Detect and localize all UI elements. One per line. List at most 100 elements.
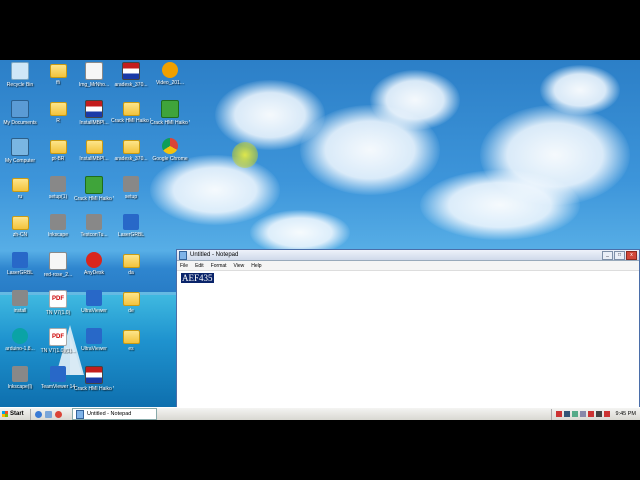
tray-icon[interactable] <box>603 411 610 417</box>
desktop-icon[interactable]: setup(1) <box>38 176 78 200</box>
desktop-icon-label: Crack HMI Haiko V... <box>74 196 114 202</box>
desktop-icon[interactable]: install <box>0 290 40 314</box>
desktop-icon-label: Crack HMI Haiko V... <box>74 386 114 392</box>
taskbar: Start Untitled - Notepad 9:45 PM <box>0 407 640 420</box>
maximize-button[interactable]: □ <box>614 250 625 260</box>
desktop-icon-label: aradesk_370... <box>114 156 148 162</box>
minimize-button[interactable]: _ <box>602 250 613 260</box>
cloud <box>150 155 280 225</box>
desktop-icon[interactable]: TestconTu... <box>74 214 114 238</box>
red-icon <box>86 252 102 268</box>
folder-icon <box>122 102 140 116</box>
desktop-icon-label: TN V7(1.0)(1)... <box>40 348 76 354</box>
tray-icon[interactable] <box>563 411 570 417</box>
desktop-icon[interactable]: aradesk_370... <box>111 138 151 162</box>
desktop-icon[interactable]: UltraViewer <box>74 328 114 352</box>
folder-icon <box>49 140 67 154</box>
show-desktop-icon[interactable] <box>45 410 52 418</box>
desktop-icon[interactable]: TeamViewer 14 <box>38 366 78 390</box>
tray-icon[interactable] <box>571 411 578 417</box>
desktop-icon[interactable]: arduino-1.8... <box>0 328 40 352</box>
notepad-window[interactable]: Untitled - Notepad _ □ x File Edit Forma… <box>176 249 640 407</box>
docs-icon <box>11 100 29 118</box>
desktop-icon-label: ffi <box>56 80 60 86</box>
desktop-icon[interactable]: zh-CN <box>0 214 40 238</box>
desktop-icon[interactable]: InstallMBPl... <box>74 100 114 126</box>
bin-icon <box>11 62 29 80</box>
desktop-icon[interactable]: ffi <box>38 62 78 86</box>
desktop-icon[interactable]: LaserGRBL <box>0 252 40 276</box>
menu-help[interactable]: Help <box>251 263 261 269</box>
windows-logo-icon <box>2 411 8 417</box>
desktop-icon[interactable]: de <box>111 290 151 314</box>
gray-icon <box>50 214 66 230</box>
close-button[interactable]: x <box>626 250 637 260</box>
desktop-icon[interactable]: Crack HMI Haiko V... <box>74 366 114 392</box>
taskbar-notepad-button[interactable]: Untitled - Notepad <box>72 408 157 420</box>
doc-icon <box>85 62 103 80</box>
teal-icon <box>12 328 28 344</box>
notepad-titlebar[interactable]: Untitled - Notepad _ □ x <box>177 250 639 261</box>
desktop-icon-label: UltraViewer <box>81 346 107 352</box>
window-title: Untitled - Notepad <box>190 252 239 258</box>
desktop-icon[interactable]: AnyDesk <box>74 252 114 276</box>
selected-text[interactable]: AEF435 <box>181 273 214 283</box>
desktop-icon-label: red-rose_2... <box>43 272 73 278</box>
menu-format[interactable]: Format <box>211 263 227 269</box>
desktop-icon[interactable]: R <box>38 100 78 124</box>
start-button[interactable]: Start <box>0 408 31 420</box>
desktop-icon[interactable]: InstallMBPl... <box>74 138 114 162</box>
menu-file[interactable]: File <box>180 263 188 269</box>
desktop-icon[interactable]: Crack HMI Haiko V... <box>74 176 114 202</box>
desktop-icon[interactable]: Img_MrNho... <box>74 62 114 88</box>
ie-icon[interactable] <box>35 410 42 418</box>
desktop-icon[interactable]: Crack HMI Haiko V... <box>150 100 190 126</box>
desktop-icon[interactable]: da <box>111 252 151 276</box>
start-label: Start <box>10 411 24 417</box>
desktop-icon[interactable]: aradesk_370... <box>111 62 151 88</box>
desktop-icon[interactable]: Inkscape <box>38 214 78 238</box>
gray-icon <box>50 176 66 192</box>
desktop-icon-label: TeamViewer 14 <box>40 384 76 390</box>
desktop-icon[interactable]: My Computer <box>0 138 40 164</box>
desktop-icon[interactable]: Google Chrome <box>150 138 190 162</box>
desktop-icon[interactable]: Recycle Bin <box>0 62 40 88</box>
desktop-icon-label: InstallMBPl... <box>79 156 109 162</box>
desktop-icon[interactable]: PDF TN V7(1.0) <box>38 290 78 316</box>
mouse-cursor-highlight <box>232 142 258 168</box>
desktop-icon[interactable]: LaserGRBL <box>111 214 151 238</box>
clock[interactable]: 9:45 PM <box>616 411 636 417</box>
desktop-icon[interactable]: My Documents <box>0 100 40 126</box>
desktop-icon-label: TN V7(1.0) <box>45 310 71 316</box>
cloud <box>420 170 580 240</box>
desktop-icon-label: Google Chrome <box>152 156 188 162</box>
text-area[interactable]: AEF435 <box>177 271 639 407</box>
desktop-icon-label: Recycle Bin <box>6 82 34 88</box>
desktop-icon-label: da <box>128 270 134 276</box>
tray-icon[interactable] <box>587 411 594 417</box>
desktop-icon-label: pt-BR <box>51 156 65 162</box>
blue-icon <box>123 214 139 230</box>
menu-bar: File Edit Format View Help <box>177 261 639 271</box>
desktop-icon[interactable]: UltraViewer <box>74 290 114 314</box>
system-tray: 9:45 PM <box>550 408 640 420</box>
tray-icon[interactable] <box>555 411 562 417</box>
chrome-icon[interactable] <box>55 410 62 418</box>
volume-icon[interactable] <box>595 411 602 417</box>
desktop-icon[interactable]: PDF TN V7(1.0)(1)... <box>38 328 78 354</box>
desktop-icon[interactable]: es <box>111 328 151 352</box>
desktop-icon[interactable]: Crack HMI Haiko V... <box>111 100 151 124</box>
desktop-icon-label: InstallMBPl... <box>79 120 109 126</box>
desktop-icon[interactable]: Inkscape(l) <box>0 366 40 390</box>
blue-icon <box>86 328 102 344</box>
menu-view[interactable]: View <box>234 263 245 269</box>
desktop-icon[interactable]: ru <box>0 176 40 200</box>
desktop-icon[interactable]: red-rose_2... <box>38 252 78 278</box>
desktop-icon[interactable]: pt-BR <box>38 138 78 162</box>
pc-icon <box>11 138 29 156</box>
desktop-icon[interactable]: setup <box>111 176 151 200</box>
tray-icon[interactable] <box>579 411 586 417</box>
menu-edit[interactable]: Edit <box>195 263 204 269</box>
desktop-icon[interactable]: Video_201... <box>150 62 190 86</box>
desktop-icon-label: LaserGRBL <box>117 232 145 238</box>
